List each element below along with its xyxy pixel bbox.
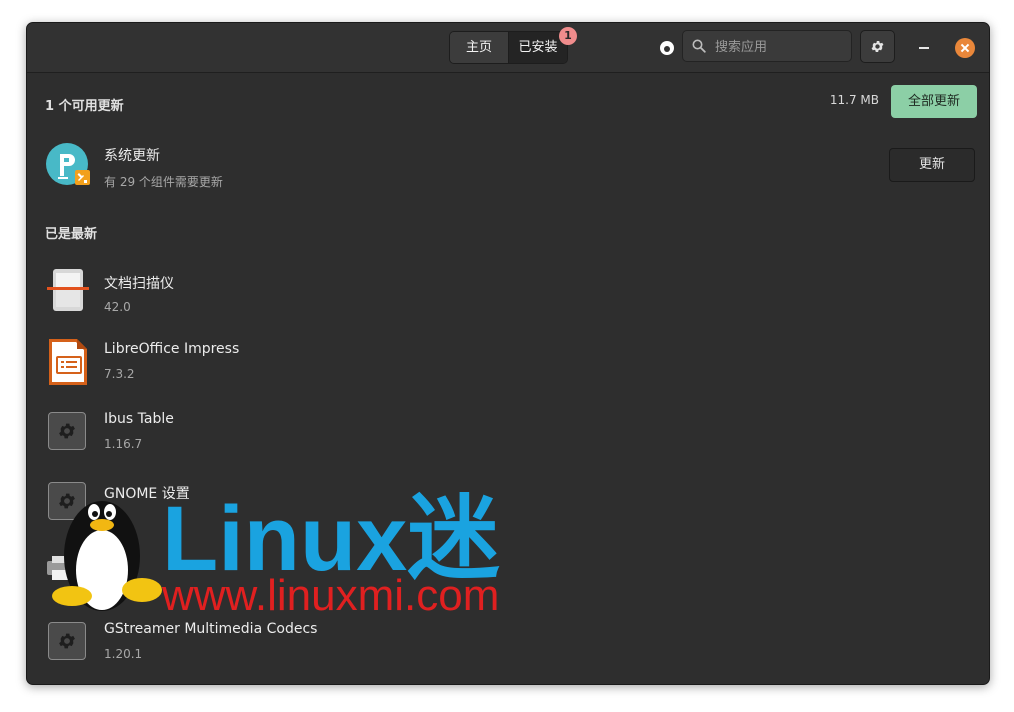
system-update-icon [46, 143, 90, 185]
app-version: 42.0 [104, 300, 131, 314]
app-version: 1.20.1 [104, 647, 143, 661]
app-version: 1.16.7 [104, 437, 143, 451]
linuxmi-watermark: Linux迷 www.linuxmi.com [52, 488, 499, 618]
settings-button[interactable] [860, 30, 895, 63]
updates-section-title: 1 个可用更新 [45, 99, 124, 114]
app-name: LibreOffice Impress [104, 341, 240, 357]
total-update-size: 11.7 MB [829, 93, 879, 107]
tab-installed-label: 已安装 [518, 40, 558, 55]
search-box[interactable] [682, 30, 852, 63]
tab-home[interactable]: 主页 [450, 32, 509, 63]
app-version: 7.3.2 [104, 367, 135, 381]
gear-icon [48, 412, 86, 450]
tux-penguin-icon [52, 501, 162, 611]
watermark-url: www.linuxmi.com [161, 571, 499, 618]
app-name: Ibus Table [104, 411, 174, 427]
tab-installed[interactable]: 已安装 1 [509, 27, 577, 63]
close-icon[interactable] [955, 38, 975, 58]
header-bar: 主页 已安装 1 [27, 23, 989, 73]
gear-icon [871, 41, 884, 52]
scanner-icon [47, 269, 89, 311]
gear-icon [48, 622, 86, 660]
uptodate-section-title: 已是最新 [45, 227, 98, 242]
libreoffice-impress-icon [49, 339, 87, 385]
minimize-icon[interactable] [919, 47, 929, 49]
update-app-name: 系统更新 [104, 148, 160, 164]
indicator-dot-icon[interactable] [660, 41, 674, 55]
update-button[interactable]: 更新 [889, 148, 975, 182]
update-all-button[interactable]: 全部更新 [891, 85, 977, 118]
updates-count-badge: 1 [559, 27, 577, 45]
search-icon [692, 39, 706, 53]
view-switcher: 主页 已安装 1 [449, 27, 577, 64]
search-input[interactable] [713, 31, 849, 63]
app-name: 文档扫描仪 [104, 276, 174, 292]
update-app-detail: 有 29 个组件需要更新 [104, 175, 223, 189]
app-name: GStreamer Multimedia Codecs [104, 621, 318, 637]
